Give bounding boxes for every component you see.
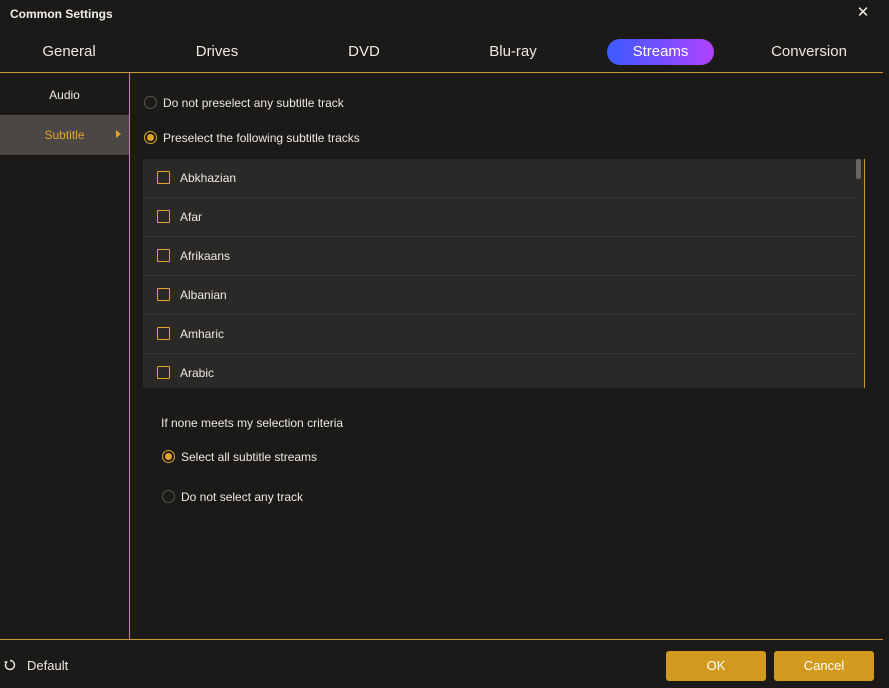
sidebar-item-label: Audio (49, 88, 80, 102)
track-label: Afrikaans (180, 249, 231, 263)
list-item[interactable]: Arabic (143, 354, 855, 388)
track-checkbox[interactable] (157, 210, 170, 223)
window-title: Common Settings (10, 7, 113, 21)
settings-tabs: General Drives DVD Blu-ray Streams Conve… (0, 36, 889, 70)
footer-divider (0, 639, 883, 640)
scrollbar-thumb[interactable] (856, 159, 861, 179)
title-bar: Common Settings ✕ (0, 0, 889, 30)
tab-general[interactable]: General (14, 39, 124, 65)
radio-label: Preselect the following subtitle tracks (163, 131, 360, 145)
subtitle-track-list[interactable]: Abkhazian Afar Afrikaans Albanian Amhari… (143, 159, 865, 388)
track-label: Albanian (180, 288, 227, 302)
sidebar-item-audio[interactable]: Audio (0, 75, 129, 115)
list-item[interactable]: Abkhazian (143, 159, 855, 198)
track-label: Arabic (180, 366, 215, 380)
tab-blu-ray[interactable]: Blu-ray (458, 39, 568, 65)
track-checkbox[interactable] (157, 327, 170, 340)
track-checkbox[interactable] (157, 288, 170, 301)
sidebar: Audio Subtitle (0, 73, 129, 639)
radio-label: Do not preselect any subtitle track (163, 96, 344, 110)
track-checkbox[interactable] (157, 171, 170, 184)
radio-button[interactable] (144, 96, 157, 109)
common-settings-dialog: Common Settings ✕ General Drives DVD Blu… (0, 0, 889, 688)
radio-label: Select all subtitle streams (181, 450, 318, 464)
track-label: Abkhazian (180, 171, 237, 185)
track-label: Amharic (180, 327, 225, 341)
radio-button[interactable] (162, 490, 175, 503)
sidebar-divider (129, 73, 130, 639)
tab-streams[interactable]: Streams (607, 39, 714, 65)
radio-label: Do not select any track (181, 490, 304, 504)
close-icon[interactable]: ✕ (852, 4, 874, 24)
list-item[interactable]: Amharic (143, 315, 855, 354)
tab-divider (0, 72, 883, 73)
list-item[interactable]: Albanian (143, 276, 855, 315)
tab-conversion[interactable]: Conversion (754, 39, 864, 65)
reset-icon (4, 659, 16, 671)
cancel-button[interactable]: Cancel (774, 651, 874, 681)
list-item[interactable]: Afrikaans (143, 237, 855, 276)
track-label: Afar (180, 210, 203, 224)
sidebar-item-subtitle[interactable]: Subtitle (0, 115, 129, 155)
list-item[interactable]: Afar (143, 198, 855, 237)
track-checkbox[interactable] (157, 249, 170, 262)
ok-button[interactable]: OK (666, 651, 766, 681)
track-checkbox[interactable] (157, 366, 170, 379)
sidebar-item-label: Subtitle (44, 128, 85, 142)
radio-button[interactable] (162, 450, 175, 463)
default-label: Default (27, 658, 69, 673)
tab-dvd[interactable]: DVD (309, 39, 419, 65)
tab-drives[interactable]: Drives (162, 39, 272, 65)
criteria-label: If none meets my selection criteria (161, 416, 344, 430)
caret-right-icon (116, 130, 121, 138)
radio-button[interactable] (144, 131, 157, 144)
